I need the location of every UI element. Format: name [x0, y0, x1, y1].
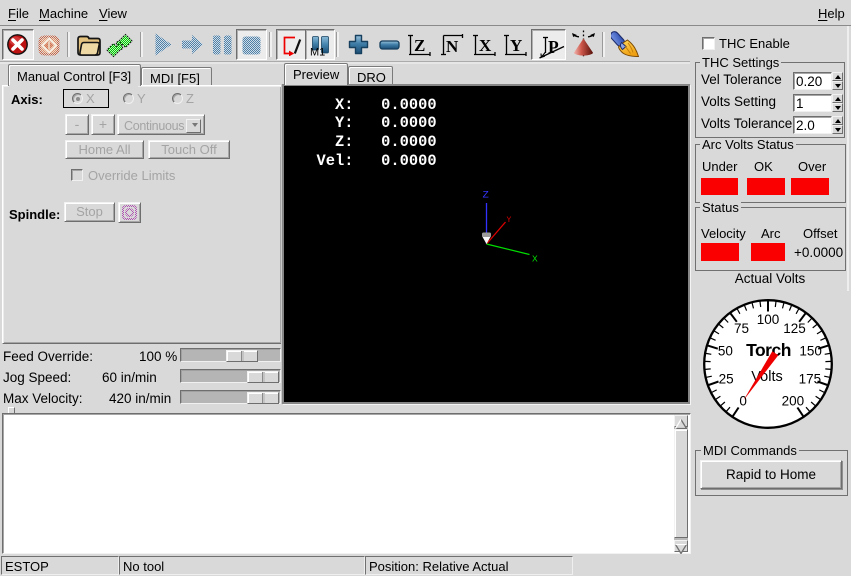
svg-text:Y: Y — [510, 36, 522, 55]
svg-text:Z: Z — [414, 36, 425, 55]
svg-text:200: 200 — [782, 394, 805, 409]
svg-text:Torch: Torch — [746, 340, 791, 360]
svg-text:150: 150 — [799, 344, 822, 359]
svg-text:75: 75 — [734, 321, 749, 336]
svg-text:25: 25 — [719, 372, 734, 387]
svg-text:M1: M1 — [310, 47, 325, 58]
svg-text:N: N — [446, 37, 459, 56]
svg-text:0: 0 — [739, 394, 747, 409]
svg-text:X: X — [479, 36, 492, 55]
svg-text:Y: Y — [507, 216, 512, 225]
svg-text:Z: Z — [483, 190, 489, 202]
svg-text:125: 125 — [783, 321, 806, 336]
svg-text:50: 50 — [718, 344, 733, 359]
svg-text:100: 100 — [757, 312, 780, 327]
svg-text:175: 175 — [799, 372, 822, 387]
svg-text:P: P — [548, 37, 559, 57]
svg-text:X: X — [532, 254, 538, 265]
